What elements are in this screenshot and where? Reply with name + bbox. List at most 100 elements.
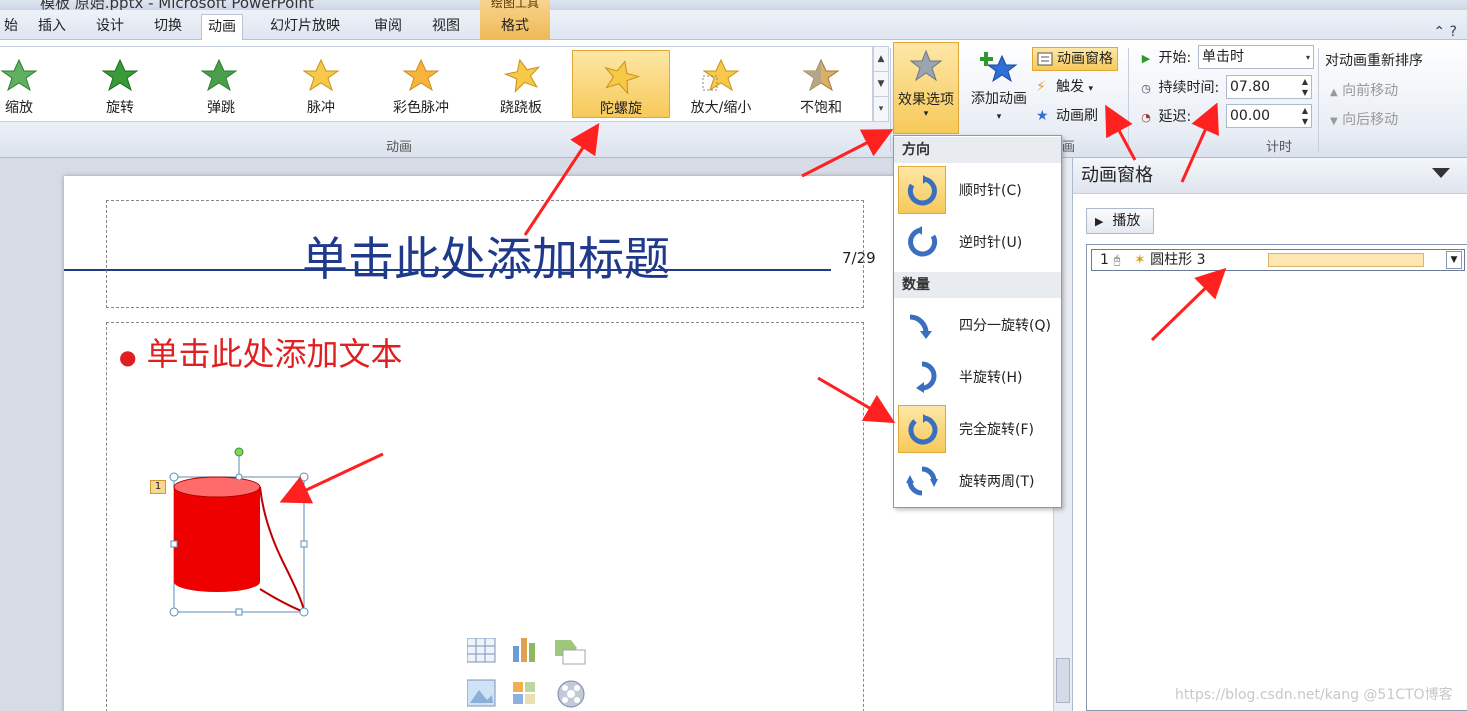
menu-item-quarter-spin[interactable]: 四分一旋转(Q) bbox=[898, 300, 1058, 350]
delay-value: 00.00 bbox=[1230, 108, 1271, 124]
gallery-scrollbar[interactable]: ▲ ▼ ▾ bbox=[873, 46, 889, 122]
gallery-label: 陀螺旋 bbox=[600, 101, 642, 117]
spin-star-icon bbox=[101, 58, 139, 92]
gallery-item-pulse[interactable]: 脉冲 bbox=[272, 50, 370, 118]
insert-smartart-icon[interactable] bbox=[555, 640, 586, 665]
menu-item-full-spin[interactable]: 完全旋转(F) bbox=[898, 404, 1058, 454]
zoom-star-icon bbox=[0, 58, 38, 92]
menu-item-counterclockwise[interactable]: 逆时针(U) bbox=[898, 217, 1058, 267]
scrollbar-thumb[interactable] bbox=[1056, 658, 1070, 703]
spinner-star-icon bbox=[604, 60, 641, 95]
chevron-down-icon[interactable]: ▼ bbox=[1446, 251, 1462, 269]
timing-duration-row: ◷ 持续时间: 07.80 ▲ ▼ bbox=[1138, 75, 1312, 101]
gallery-label: 跷跷板 bbox=[500, 100, 542, 116]
gallery-item-color-pulse[interactable]: 彩色脉冲 bbox=[372, 50, 470, 118]
content-placeholder-icons bbox=[466, 637, 597, 711]
menu-item-two-spins[interactable]: 旋转两周(T) bbox=[898, 456, 1058, 506]
move-later-label: 向后移动 bbox=[1342, 112, 1399, 128]
pane-options-icon[interactable] bbox=[1432, 168, 1450, 178]
duration-label: 持续时间: bbox=[1158, 80, 1220, 96]
gallery-item-spinner[interactable]: 陀螺旋 bbox=[572, 50, 670, 118]
gallery-more-icon[interactable]: ▾ bbox=[874, 97, 888, 122]
window-title: 模板 原始.pptx - Microsoft PowerPoint bbox=[40, 0, 314, 10]
two-spins-icon bbox=[898, 457, 946, 505]
tab-design[interactable]: 设计 bbox=[90, 14, 130, 40]
group-label-timing: 计时 bbox=[1266, 140, 1293, 155]
body-text: ● 单击此处添加文本 bbox=[119, 329, 402, 375]
play-button[interactable]: ▶ 播放 bbox=[1086, 208, 1154, 234]
tab-slideshow[interactable]: 幻灯片放映 bbox=[264, 14, 346, 40]
start-select[interactable]: 单击时 ▾ bbox=[1198, 45, 1314, 69]
move-earlier-button[interactable]: ▲ 向前移动 bbox=[1330, 80, 1398, 100]
trigger-button[interactable]: ⚡ 触发 ▾ bbox=[1032, 76, 1097, 100]
menu-label: 逆时针(U) bbox=[959, 235, 1023, 251]
tab-view[interactable]: 视图 bbox=[426, 14, 466, 40]
insert-picture-icon[interactable] bbox=[466, 679, 496, 707]
gallery-scroll-down-icon[interactable]: ▼ bbox=[874, 72, 888, 97]
animation-pane-label: 动画窗格 bbox=[1057, 51, 1113, 67]
gallery-item-bounce[interactable]: 弹跳 bbox=[172, 50, 270, 118]
animation-pane-button[interactable]: 动画窗格 bbox=[1032, 47, 1118, 71]
bullet-icon: ● bbox=[119, 344, 137, 369]
duration-value: 07.80 bbox=[1230, 79, 1271, 95]
delay-clock-icon: ◔ bbox=[1141, 111, 1151, 124]
timing-delay-row: ◔ 延迟: 00.00 ▲ ▼ bbox=[1138, 104, 1312, 130]
desaturate-star-icon bbox=[802, 58, 840, 92]
animation-list-item[interactable]: 1 🖰 ✶ 圆柱形 3 ▼ bbox=[1091, 249, 1465, 271]
gallery-item-desaturate[interactable]: 不饱和 bbox=[772, 50, 870, 118]
gallery-item-zoom[interactable]: 缩放 bbox=[0, 50, 68, 118]
insert-chart-icon[interactable] bbox=[513, 638, 535, 662]
gallery-label: 脉冲 bbox=[307, 100, 335, 116]
contextual-tab-drawing-tools[interactable]: 绘图工具 格式 bbox=[480, 0, 550, 40]
color-pulse-star-icon bbox=[402, 58, 440, 92]
gallery-scroll-up-icon[interactable]: ▲ bbox=[874, 47, 888, 72]
tab-transitions[interactable]: 切换 bbox=[148, 14, 188, 40]
gallery-item-grow-shrink[interactable]: 放大/缩小 bbox=[672, 50, 770, 118]
watermark: https://blog.csdn.net/kang @51CTO博客 bbox=[1175, 687, 1453, 703]
tab-animations[interactable]: 动画 bbox=[201, 14, 243, 41]
help-icon[interactable]: ⌃ ? bbox=[1433, 24, 1457, 40]
animation-painter-label: 动画刷 bbox=[1056, 108, 1098, 124]
ribbon: 缩放 旋转 弹跳 脉冲 彩色脉冲 跷跷板 陀螺旋 放大/缩小 不饱和 ▲ ▼ ▾… bbox=[0, 40, 1467, 158]
delay-label: 延迟: bbox=[1158, 109, 1192, 125]
cylinder-shape[interactable] bbox=[164, 444, 316, 624]
title-placeholder[interactable]: 单击此处添加标题 bbox=[106, 200, 864, 308]
tab-format[interactable]: 格式 bbox=[480, 15, 550, 35]
half-spin-icon bbox=[898, 353, 946, 401]
window-titlebar: 模板 原始.pptx - Microsoft PowerPoint bbox=[0, 0, 1467, 10]
tab-insert[interactable]: 插入 bbox=[32, 14, 72, 40]
animation-gallery: 缩放 旋转 弹跳 脉冲 彩色脉冲 跷跷板 陀螺旋 放大/缩小 不饱和 bbox=[0, 46, 873, 122]
delay-input[interactable]: 00.00 ▲ ▼ bbox=[1226, 104, 1312, 128]
spinner-arrows-icon[interactable]: ▲ ▼ bbox=[1302, 76, 1308, 98]
gallery-item-teeter[interactable]: 跷跷板 bbox=[472, 50, 570, 118]
add-animation-button[interactable]: 添加动画 ▾ bbox=[964, 46, 1034, 132]
insert-table-icon[interactable] bbox=[466, 637, 496, 663]
effect-options-button[interactable]: 效果选项 ▾ bbox=[893, 42, 959, 134]
animation-list: 1 🖰 ✶ 圆柱形 3 ▼ bbox=[1086, 244, 1467, 711]
move-earlier-label: 向前移动 bbox=[1342, 83, 1399, 99]
chevron-down-icon: ▾ bbox=[923, 109, 929, 119]
chevron-down-icon: ▾ bbox=[996, 112, 1002, 122]
reorder-title: 对动画重新排序 bbox=[1325, 53, 1423, 69]
arrow-up-icon: ▲ bbox=[1330, 87, 1338, 98]
duration-input[interactable]: 07.80 ▲ ▼ bbox=[1226, 75, 1312, 99]
ribbon-tabs: 始 插入 设计 切换 动画 幻灯片放映 审阅 视图 ⌃ ? bbox=[0, 10, 1467, 41]
animation-painter-button[interactable]: ★ 动画刷 bbox=[1032, 105, 1102, 129]
counterclockwise-icon bbox=[898, 218, 946, 266]
tab-review[interactable]: 审阅 bbox=[368, 14, 408, 40]
spinner-arrows-icon[interactable]: ▲ ▼ bbox=[1302, 105, 1308, 127]
tab-home[interactable]: 始 bbox=[0, 14, 24, 40]
start-value: 单击时 bbox=[1202, 49, 1244, 65]
menu-item-half-spin[interactable]: 半旋转(H) bbox=[898, 352, 1058, 402]
bounce-star-icon bbox=[201, 58, 238, 92]
gallery-label: 旋转 bbox=[106, 100, 134, 116]
insert-clipart-icon[interactable] bbox=[513, 682, 535, 704]
grow-shrink-star-icon bbox=[702, 58, 740, 92]
insert-media-icon[interactable] bbox=[557, 680, 585, 708]
gallery-item-spin[interactable]: 旋转 bbox=[71, 50, 169, 118]
menu-label: 旋转两周(T) bbox=[959, 474, 1035, 490]
anim-item-name: 圆柱形 3 bbox=[1150, 252, 1206, 268]
menu-item-clockwise[interactable]: 顺时针(C) bbox=[898, 165, 1058, 215]
move-later-button[interactable]: ▼ 向后移动 bbox=[1330, 109, 1398, 129]
animation-pane-header: 动画窗格 bbox=[1073, 158, 1467, 194]
